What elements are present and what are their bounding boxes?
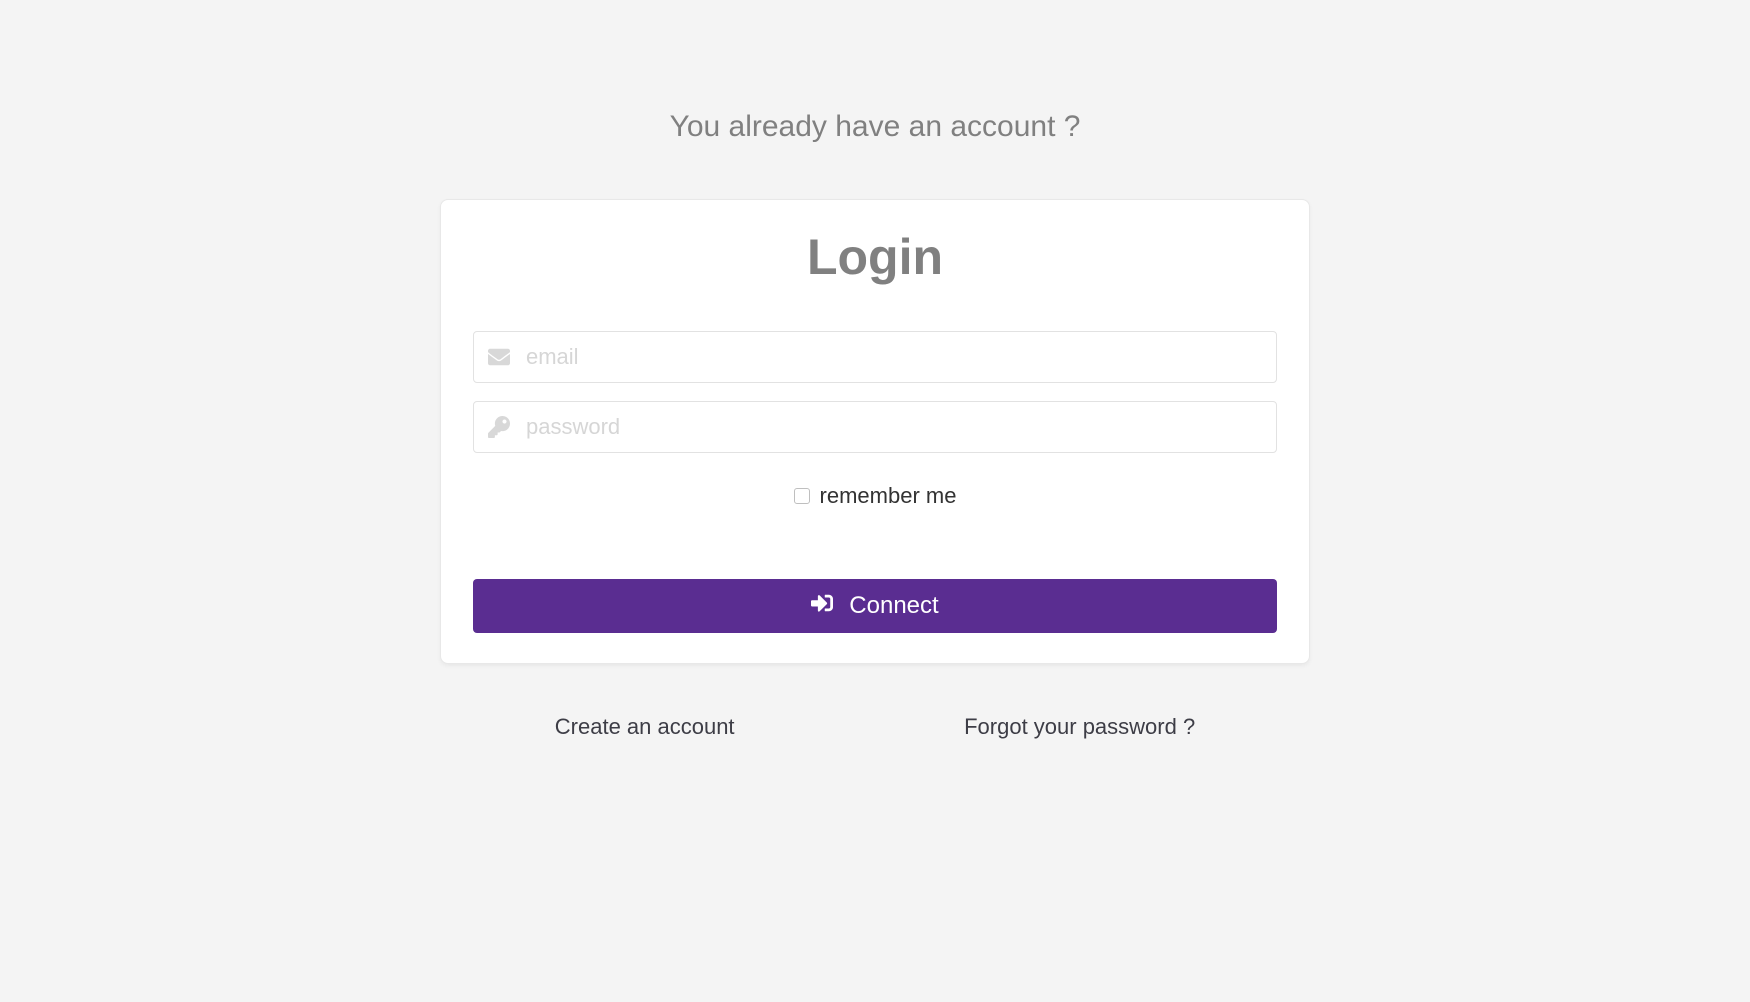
forgot-password-link[interactable]: Forgot your password ? — [964, 714, 1195, 740]
remember-row: remember me — [473, 483, 1277, 509]
password-group — [473, 401, 1277, 453]
email-group — [473, 331, 1277, 383]
connect-button[interactable]: Connect — [473, 579, 1277, 633]
page-heading: You already have an account ? — [670, 110, 1081, 144]
create-account-link[interactable]: Create an account — [555, 714, 735, 740]
envelope-icon — [487, 345, 511, 369]
links-row: Create an account Forgot your password ? — [440, 714, 1310, 740]
key-icon — [487, 415, 511, 439]
remember-label: remember me — [820, 483, 957, 509]
email-field[interactable] — [473, 331, 1277, 383]
password-field[interactable] — [473, 401, 1277, 453]
card-title: Login — [473, 228, 1277, 286]
login-card: Login remember me Connect — [440, 199, 1310, 664]
signin-icon — [811, 592, 833, 621]
remember-checkbox[interactable] — [794, 488, 810, 504]
connect-label: Connect — [849, 592, 938, 620]
